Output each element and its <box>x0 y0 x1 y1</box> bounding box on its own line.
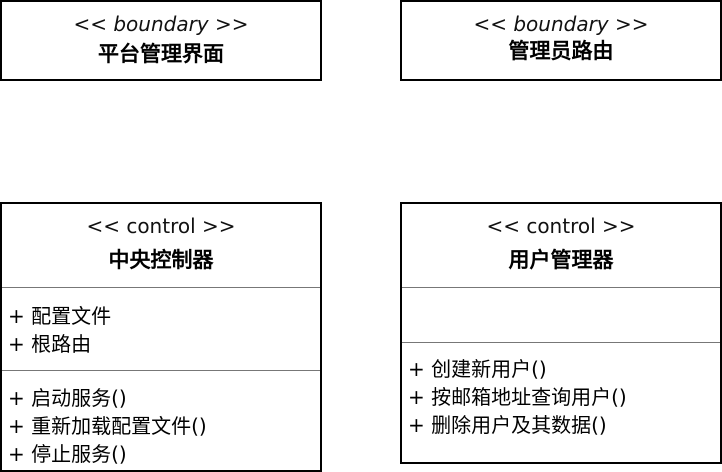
control-class-central-controller: << control >> 中央控制器 + 配置文件 + 根路由 + 启动服务(… <box>0 202 322 472</box>
class-name: 用户管理器 <box>508 248 614 272</box>
class-name: 平台管理界面 <box>98 42 224 66</box>
stereotype-label: << boundary >> <box>473 12 649 36</box>
class-name: 管理员路由 <box>508 39 614 63</box>
attributes-compartment: + 配置文件 + 根路由 <box>2 287 320 371</box>
operation-item: + 创建新用户() <box>408 357 547 381</box>
stereotype-label: << control >> <box>486 214 636 238</box>
class-name: 中央控制器 <box>108 248 214 272</box>
boundary-class-admin-router: << boundary >> 管理员路由 <box>400 0 722 81</box>
operation-item: + 停止服务() <box>8 442 127 466</box>
stereotype-label: << boundary >> <box>73 12 249 36</box>
attributes-compartment <box>402 287 720 343</box>
operations-compartment: + 启动服务() + 重新加载配置文件() + 停止服务() <box>2 370 320 470</box>
stereotype-label: << control >> <box>86 214 236 238</box>
boundary-class-platform-ui: << boundary >> 平台管理界面 <box>0 0 322 81</box>
operation-item: + 删除用户及其数据() <box>408 413 607 437</box>
attribute-item: + 配置文件 <box>8 304 112 328</box>
operation-item: + 重新加载配置文件() <box>8 414 207 438</box>
operations-compartment: + 创建新用户() + 按邮箱地址查询用户() + 删除用户及其数据() <box>402 342 720 462</box>
attribute-item: + 根路由 <box>8 332 92 356</box>
operation-item: + 按邮箱地址查询用户() <box>408 385 627 409</box>
operation-item: + 启动服务() <box>8 386 127 410</box>
control-class-user-manager: << control >> 用户管理器 + 创建新用户() + 按邮箱地址查询用… <box>400 202 722 464</box>
